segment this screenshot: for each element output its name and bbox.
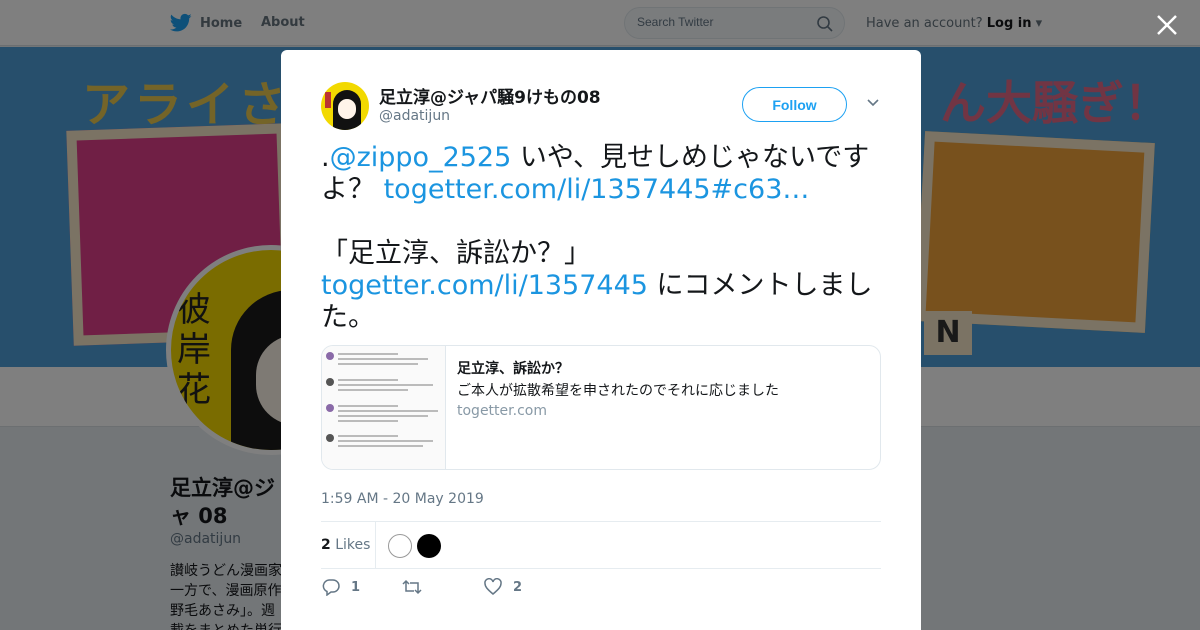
author-handle[interactable]: @adatijun xyxy=(379,108,450,124)
liker-avatar[interactable] xyxy=(417,534,441,558)
reply-icon xyxy=(322,579,340,596)
heart-icon xyxy=(484,578,502,595)
link-preview-card[interactable]: 足立淳、訴訟か？ ご本人が拡散希望を申されたのでそれに応じました togette… xyxy=(321,345,881,470)
card-title: 足立淳、訴訟か？ xyxy=(457,361,569,377)
reply-button[interactable]: 1 xyxy=(321,578,360,596)
card-domain: togetter.com xyxy=(457,403,547,419)
chevron-down-icon[interactable] xyxy=(866,98,880,108)
tweet-text: .@zippo_2525 いや、見せしめじゃないですよ？ togetter.co… xyxy=(321,142,891,334)
card-description: ご本人が拡散希望を申されたのでそれに応じました xyxy=(457,383,779,399)
author-avatar[interactable] xyxy=(321,82,369,130)
tweet-link-1[interactable]: togetter.com/li/1357445#c63… xyxy=(384,174,810,205)
close-icon[interactable] xyxy=(1154,12,1180,38)
avatar-mark xyxy=(325,92,331,108)
tweet-modal: 足立淳@ジャパ騒9けもの08 @adatijun Follow .@zippo_… xyxy=(281,50,921,630)
tweet-link-2[interactable]: togetter.com/li/1357445 xyxy=(321,270,648,301)
like-button[interactable]: 2 xyxy=(483,578,522,596)
likes-stat[interactable]: 2 Likes xyxy=(321,537,370,553)
author-name[interactable]: 足立淳@ジャパ騒9けもの08 xyxy=(379,83,601,108)
follow-button[interactable]: Follow xyxy=(742,87,847,122)
reply-count: 1 xyxy=(351,579,361,595)
tweet-actions: 1 2 xyxy=(321,578,881,602)
avatar-face xyxy=(338,99,356,119)
tweet-text-part2: 「足立淳、訴訟か？」 xyxy=(321,238,591,269)
retweet-button[interactable] xyxy=(401,578,433,596)
likes-label: Likes xyxy=(335,537,371,553)
likes-count: 2 xyxy=(321,537,331,553)
stats-divider xyxy=(375,522,376,569)
card-thumbnail xyxy=(322,346,446,469)
liker-avatar[interactable] xyxy=(388,534,412,558)
like-count: 2 xyxy=(513,579,523,595)
retweet-icon xyxy=(402,579,422,595)
tweet-stats: 2 Likes xyxy=(321,521,881,569)
tweet-timestamp[interactable]: 1:59 AM - 20 May 2019 xyxy=(321,491,484,507)
tweet-text-prefix: . xyxy=(321,142,330,173)
mention-link[interactable]: @zippo_2525 xyxy=(330,142,512,173)
